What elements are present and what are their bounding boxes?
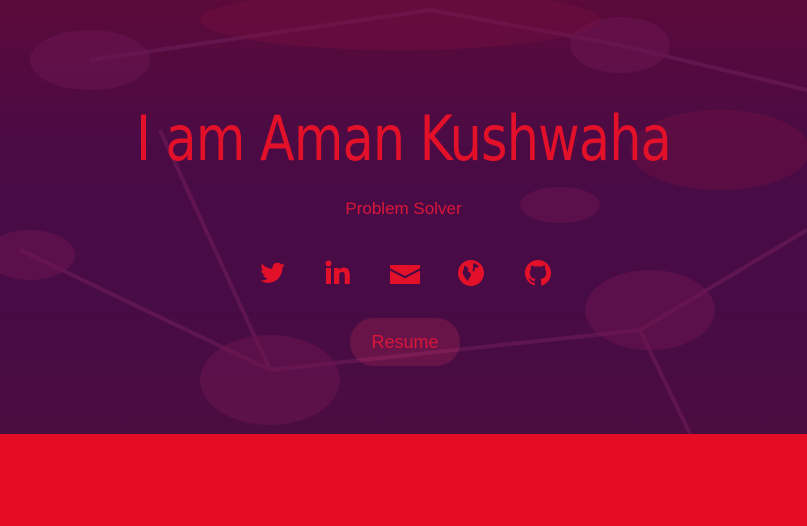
resume-button[interactable]: Resume: [350, 318, 460, 366]
email-link[interactable]: [389, 257, 421, 289]
social-links: [256, 257, 554, 289]
section-divider-band: [0, 434, 807, 526]
linkedin-link[interactable]: [322, 257, 354, 289]
hero-subtitle: Problem Solver: [345, 199, 462, 218]
hero-title: I am Aman Kushwaha: [136, 102, 672, 175]
github-link[interactable]: [522, 257, 554, 289]
twitter-link[interactable]: [256, 257, 288, 289]
hero-section: I am Aman Kushwaha Problem Solver Resume: [0, 0, 807, 434]
website-link[interactable]: [455, 257, 487, 289]
github-icon: [525, 260, 551, 286]
globe-icon: [458, 260, 484, 286]
linkedin-icon: [325, 260, 350, 284]
twitter-icon: [260, 262, 285, 283]
envelope-icon: [390, 265, 420, 284]
